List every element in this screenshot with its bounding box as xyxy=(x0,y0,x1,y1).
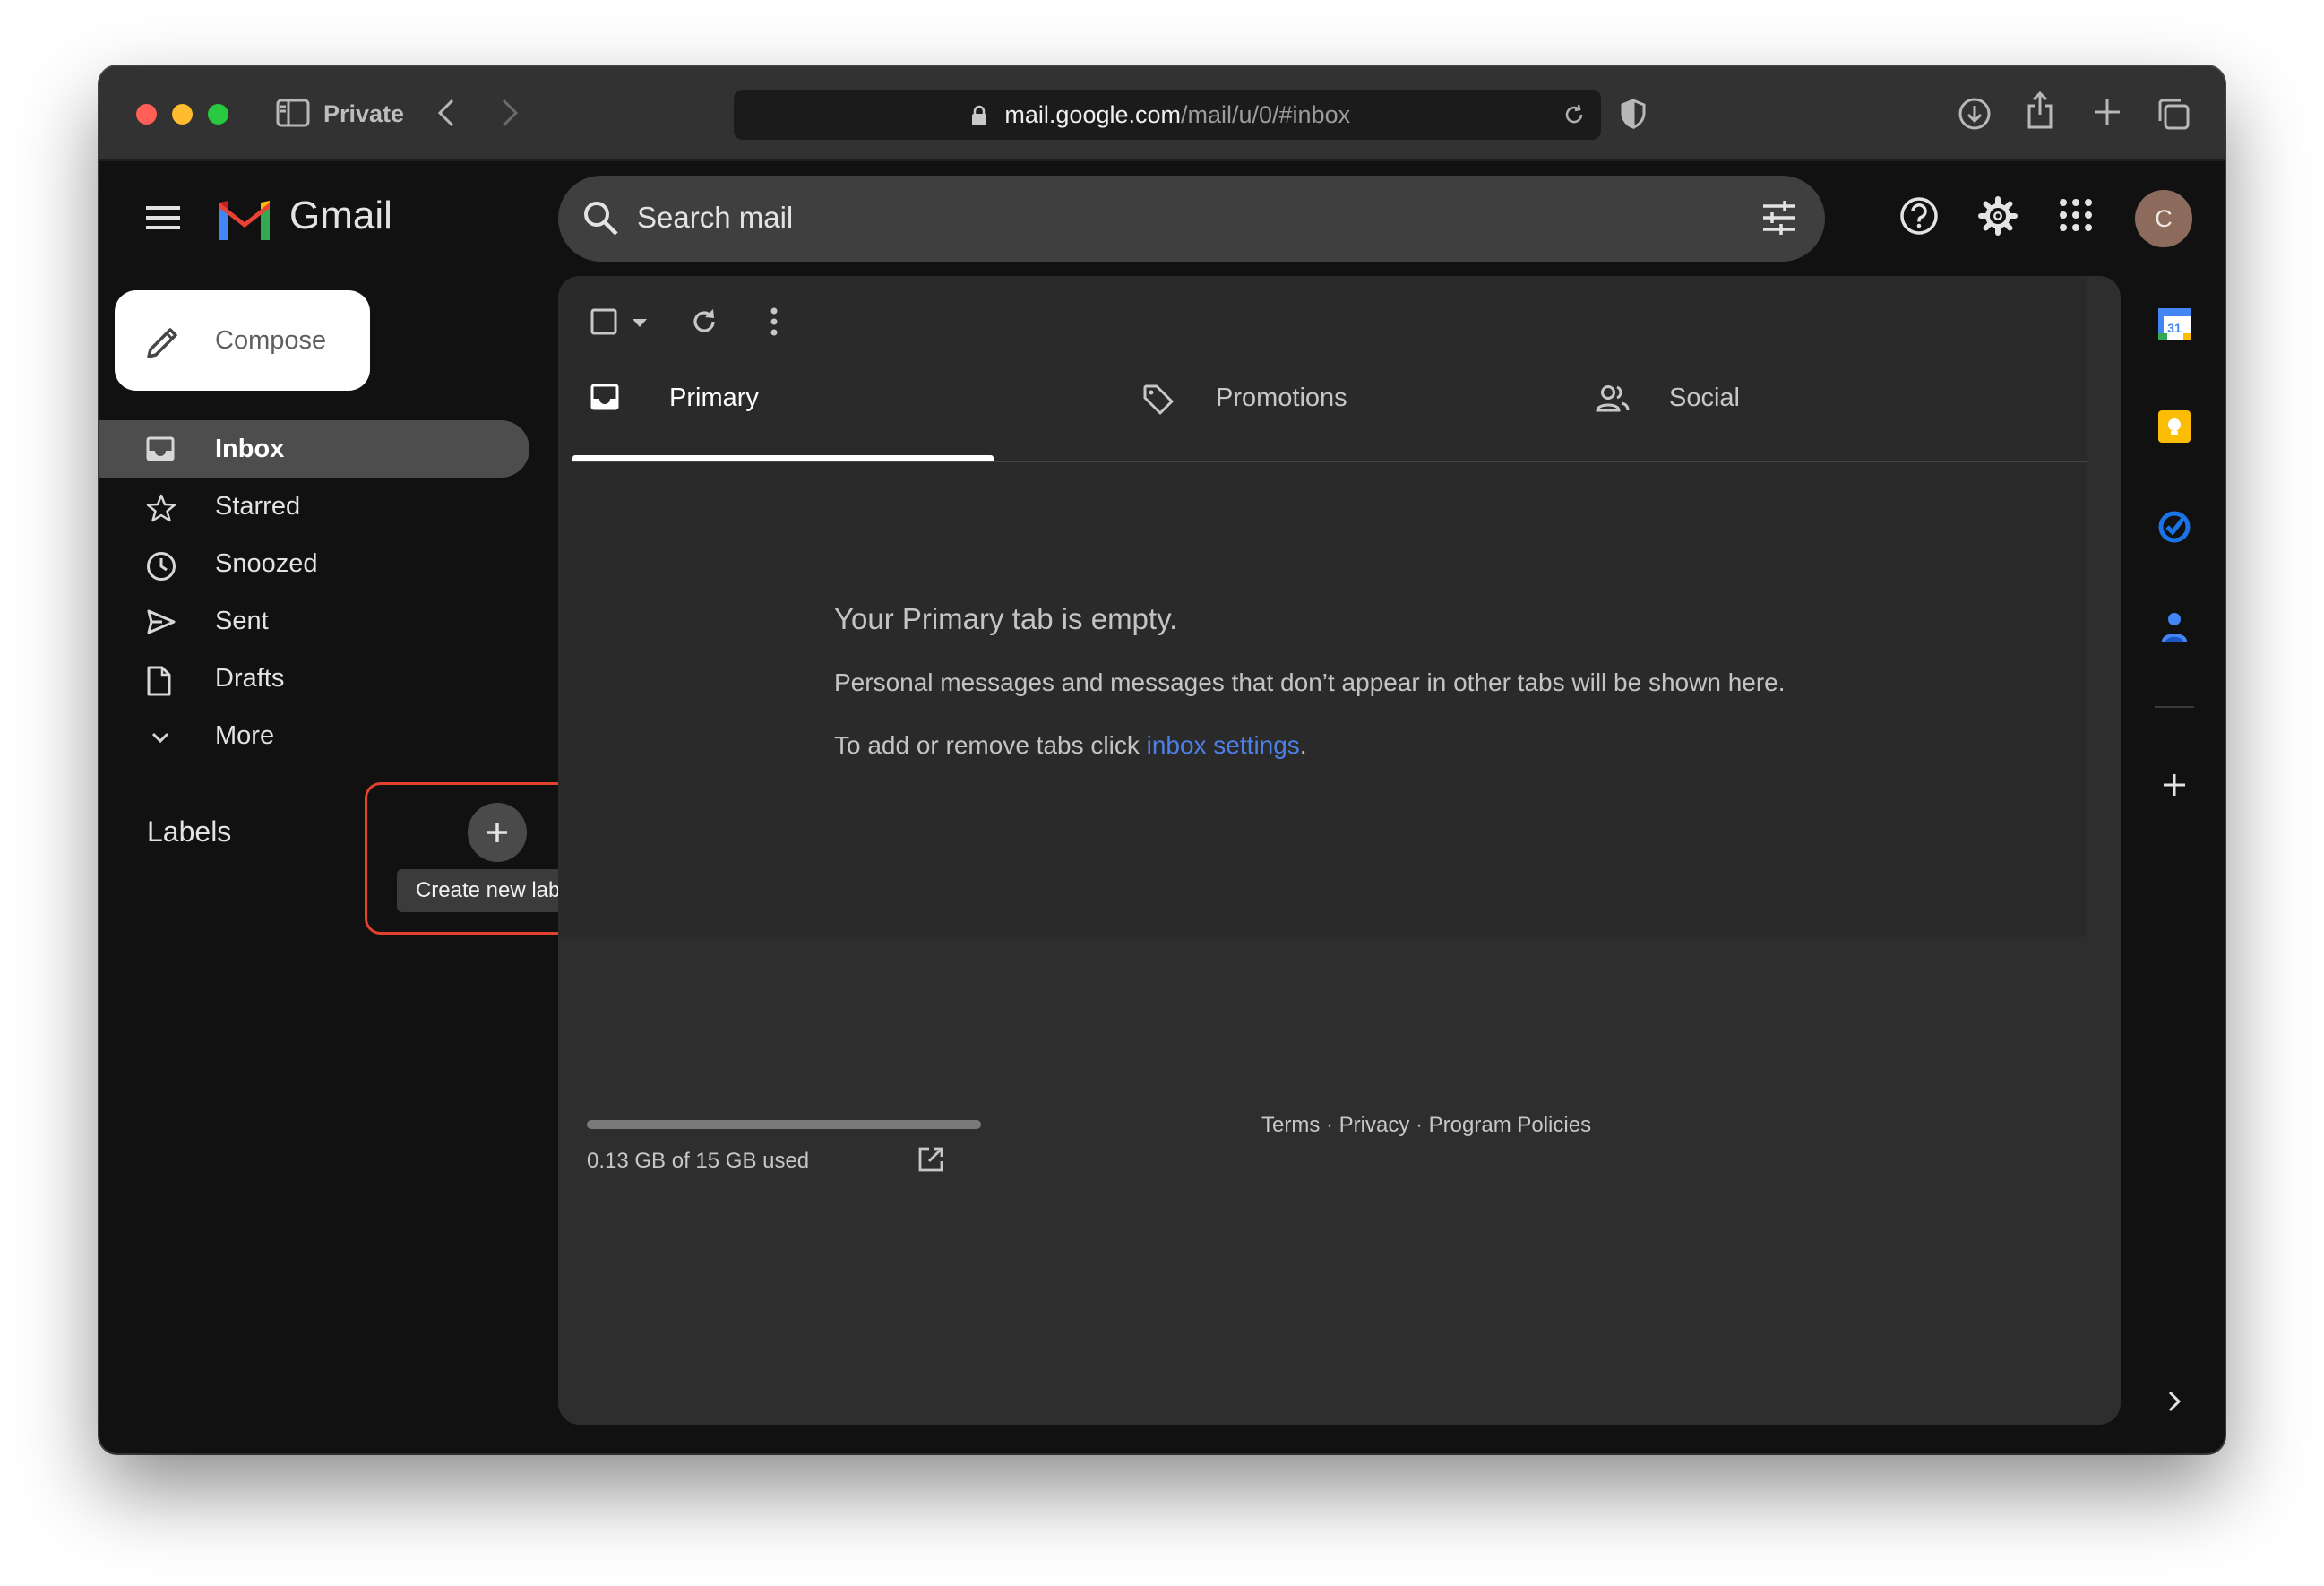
tab-label: Social xyxy=(1669,384,1740,412)
settings-hint-suffix: . xyxy=(1299,731,1307,759)
lock-icon xyxy=(971,105,987,133)
settings-gear-icon[interactable] xyxy=(1977,195,2018,241)
tasks-icon[interactable] xyxy=(2156,509,2192,549)
side-panel-divider xyxy=(2155,706,2194,708)
svg-text:31: 31 xyxy=(2167,321,2182,335)
settings-hint-text: To add or remove tabs click xyxy=(834,731,1147,759)
forward-icon[interactable] xyxy=(500,97,520,129)
tab-promotions[interactable]: Promotions xyxy=(1142,355,1554,453)
tab-primary[interactable]: Primary xyxy=(590,355,1003,453)
gmail-logo-icon[interactable] xyxy=(216,199,273,246)
clock-icon xyxy=(146,551,176,586)
message-list: Primary Promotions Social Your Primary t… xyxy=(558,276,2087,937)
gmail-wordmark[interactable]: Gmail xyxy=(289,194,392,238)
tab-social[interactable]: Social xyxy=(1596,355,2008,453)
tab-label: Primary xyxy=(669,384,759,412)
tabs-divider xyxy=(572,461,2087,462)
labels-heading: Labels xyxy=(147,815,232,848)
main-menu-icon[interactable] xyxy=(146,204,182,236)
create-label-button[interactable] xyxy=(468,803,527,862)
new-tab-icon[interactable] xyxy=(2092,97,2122,127)
get-addons-plus-icon[interactable] xyxy=(2162,772,2187,802)
star-icon xyxy=(146,494,176,527)
search-options-icon[interactable] xyxy=(1760,199,1798,241)
compose-button[interactable]: Compose xyxy=(115,290,370,391)
support-icon[interactable] xyxy=(1898,195,1940,241)
main-panel: Primary Promotions Social Your Primary t… xyxy=(558,276,2121,1425)
sidebar-toggle-icon[interactable] xyxy=(276,99,310,127)
select-checkbox[interactable] xyxy=(590,308,617,340)
tag-icon xyxy=(1142,384,1175,420)
share-icon[interactable] xyxy=(2026,91,2054,129)
chevron-down-icon xyxy=(146,723,175,756)
google-apps-icon[interactable] xyxy=(2058,197,2094,237)
tab-label: Promotions xyxy=(1216,384,1347,412)
keep-icon[interactable] xyxy=(2156,409,2192,449)
empty-state-description: Personal messages and messages that don’… xyxy=(834,668,1786,696)
reload-icon[interactable] xyxy=(1562,102,1587,134)
close-window-button[interactable] xyxy=(136,104,157,125)
footer-links[interactable]: Terms · Privacy · Program Policies xyxy=(1261,1113,1591,1138)
empty-state-settings-hint: To add or remove tabs click inbox settin… xyxy=(834,731,1307,760)
url-path: /mail/u/0/#inbox xyxy=(1181,100,1351,128)
storage-usage-bar[interactable] xyxy=(587,1120,981,1129)
sidebar-item-drafts[interactable]: Drafts xyxy=(99,650,529,707)
expand-side-panel-icon[interactable] xyxy=(2165,1389,2183,1418)
pencil-icon xyxy=(145,324,181,365)
inbox-icon xyxy=(146,436,175,466)
sidebar-item-snoozed[interactable]: Snoozed xyxy=(99,535,529,592)
sidebar-item-label: More xyxy=(215,721,275,750)
empty-state-title: Your Primary tab is empty. xyxy=(834,602,1178,635)
storage-usage-text: 0.13 GB of 15 GB used xyxy=(587,1149,810,1173)
select-dropdown-icon[interactable] xyxy=(632,317,648,333)
privacy-shield-icon[interactable] xyxy=(1620,99,1647,129)
more-options-icon[interactable] xyxy=(770,306,779,341)
inbox-icon xyxy=(590,384,619,415)
search-input[interactable]: Search mail xyxy=(637,201,793,235)
sidebar-item-label: Inbox xyxy=(215,435,285,463)
downloads-icon[interactable] xyxy=(1958,97,1992,131)
sidebar-item-starred[interactable]: Starred xyxy=(99,478,529,535)
back-icon[interactable] xyxy=(436,97,456,129)
sidebar-item-label: Drafts xyxy=(215,664,285,693)
url-host: mail.google.com xyxy=(1004,100,1181,128)
plus-icon xyxy=(487,823,507,842)
search-bar[interactable]: Search mail xyxy=(558,176,1825,262)
browser-toolbar: Private mail.google.com/mail/u/0/#inbox xyxy=(99,66,2225,161)
draft-icon xyxy=(146,666,171,701)
tab-overview-icon[interactable] xyxy=(2156,97,2191,131)
external-link-icon[interactable] xyxy=(917,1145,945,1178)
sidebar-item-more[interactable]: More xyxy=(99,707,529,764)
compose-label: Compose xyxy=(215,326,327,355)
send-icon xyxy=(146,608,176,640)
sidebar-item-label: Snoozed xyxy=(215,549,318,578)
search-icon[interactable] xyxy=(581,199,621,243)
minimize-window-button[interactable] xyxy=(172,104,193,125)
sidebar-item-inbox[interactable]: Inbox xyxy=(99,420,529,478)
contacts-icon[interactable] xyxy=(2156,609,2192,650)
sidebar-item-sent[interactable]: Sent xyxy=(99,592,529,650)
calendar-icon[interactable]: 31 xyxy=(2156,306,2192,347)
account-avatar[interactable]: C xyxy=(2135,190,2192,247)
private-mode-label: Private xyxy=(323,100,405,127)
sidebar-item-label: Sent xyxy=(215,607,269,635)
zoom-window-button[interactable] xyxy=(208,104,228,125)
address-bar[interactable]: mail.google.com/mail/u/0/#inbox xyxy=(734,90,1601,140)
people-icon xyxy=(1596,384,1630,418)
refresh-icon[interactable] xyxy=(689,306,719,341)
inbox-settings-link[interactable]: inbox settings xyxy=(1147,731,1300,759)
browser-window: Private mail.google.com/mail/u/0/#inbox xyxy=(99,66,2225,1453)
sidebar-item-label: Starred xyxy=(215,492,301,521)
